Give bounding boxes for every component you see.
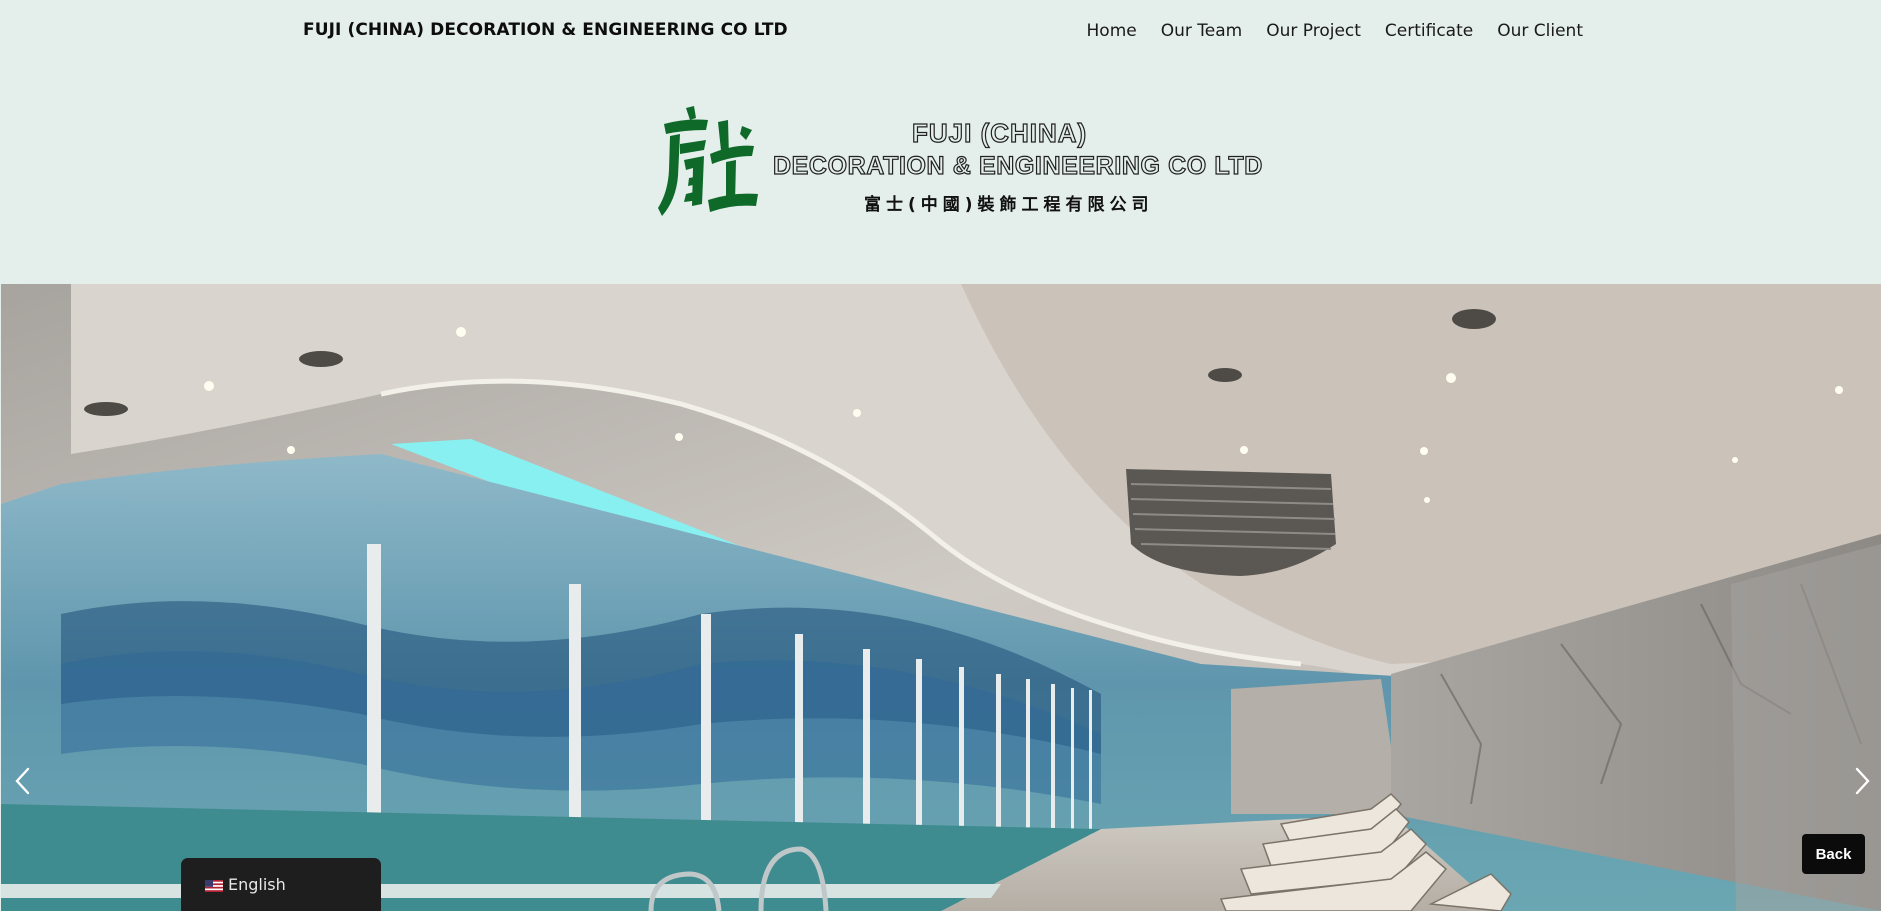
chevron-right-icon [1855,767,1870,795]
hero-slider[interactable] [1,284,1881,911]
nav-our-team[interactable]: Our Team [1161,21,1242,41]
nav-our-project[interactable]: Our Project [1266,21,1361,41]
language-switcher[interactable]: English [181,858,381,911]
nav-home[interactable]: Home [1087,21,1137,41]
logo-text-line2: DECORATION & ENGINEERING CO LTD [772,151,1263,180]
hero-image [1,284,1881,911]
nav-certificate[interactable]: Certificate [1385,21,1473,41]
chevron-left-icon [15,767,30,795]
us-flag-icon [205,880,223,892]
slider-prev-button[interactable] [10,765,36,797]
language-label: English [228,875,286,894]
slider-next-button[interactable] [1849,765,1875,797]
logo-mark-icon [658,106,758,216]
site-title[interactable]: FUJI (CHINA) DECORATION & ENGINEERING CO… [303,20,788,40]
company-logo: FUJI (CHINA) DECORATION & ENGINEERING CO… [656,104,1263,224]
logo-text-chinese: 富士(中國)裝飾工程有限公司 [864,195,1154,215]
logo-text-line1: FUJI (CHINA) [911,117,1088,148]
site-header: FUJI (CHINA) DECORATION & ENGINEERING CO… [0,0,1881,64]
back-button[interactable]: Back [1802,834,1865,874]
main-nav: Home Our Team Our Project Certificate Ou… [1087,21,1583,41]
nav-our-client[interactable]: Our Client [1497,21,1583,41]
